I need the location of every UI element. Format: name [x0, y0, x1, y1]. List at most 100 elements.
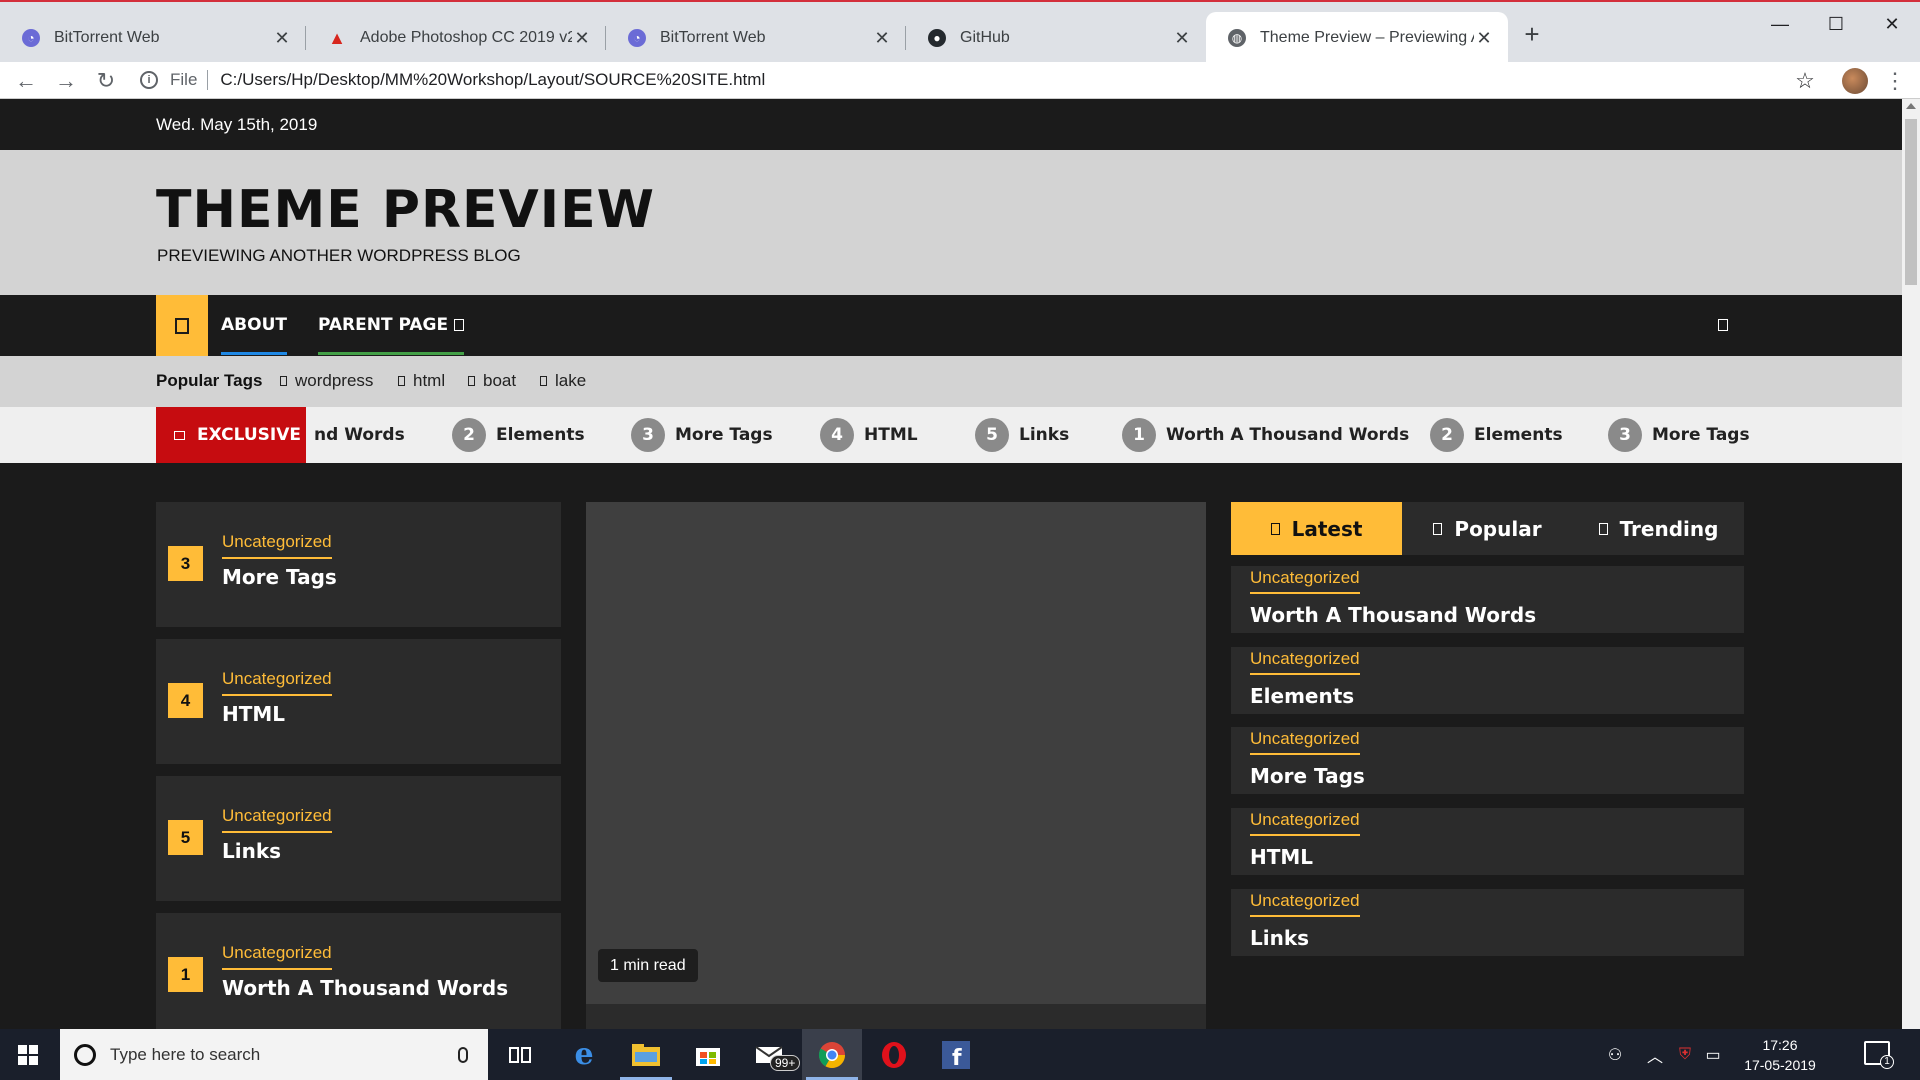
search-icon[interactable] — [1718, 319, 1728, 331]
nav-item-parent-page[interactable]: PARENT PAGE — [318, 295, 465, 356]
battery-icon[interactable]: ▭ — [1700, 1029, 1726, 1080]
ticker-item[interactable]: 2 Elements — [452, 407, 585, 463]
bookmark-star-icon[interactable]: ☆ — [1790, 62, 1820, 99]
globe-icon: ◍ — [1228, 29, 1246, 47]
browser-tab-2[interactable]: ▲ Adobe Photoshop CC 2019 v20.0 ✕ — [306, 12, 606, 64]
nav-item-about[interactable]: ABOUT — [221, 295, 287, 356]
tag-link[interactable]: lake — [540, 371, 586, 391]
microphone-icon[interactable] — [458, 1046, 468, 1063]
ticker-item[interactable]: 3 More Tags — [1608, 407, 1750, 463]
home-button[interactable] — [156, 295, 208, 356]
read-time-badge: 1 min read — [598, 949, 698, 982]
post-title[interactable]: More Tags — [222, 565, 337, 589]
post-card[interactable]: 3 Uncategorized More Tags — [156, 502, 561, 627]
sidebar-post[interactable]: Uncategorized Worth A Thousand Words — [1231, 566, 1744, 633]
notification-icon[interactable]: 1 — [1864, 1041, 1894, 1069]
ticker-item[interactable]: 4 HTML — [820, 407, 918, 463]
minimize-icon[interactable]: — — [1752, 6, 1808, 42]
taskbar-search[interactable]: Type here to search — [60, 1029, 488, 1080]
sidebar-post[interactable]: Uncategorized HTML — [1231, 808, 1744, 875]
close-window-icon[interactable]: ✕ — [1864, 6, 1920, 42]
tab-trending[interactable]: Trending — [1573, 502, 1744, 555]
facebook-icon[interactable]: f — [926, 1029, 986, 1080]
store-icon[interactable] — [678, 1029, 738, 1080]
post-category[interactable]: Uncategorized — [222, 669, 332, 696]
info-icon[interactable]: i — [140, 71, 158, 89]
browser-tab-1[interactable]: ◔ BitTorrent Web ✕ — [0, 12, 306, 64]
browser-tab-3[interactable]: ◔ BitTorrent Web ✕ — [606, 12, 906, 64]
close-icon[interactable]: ✕ — [1474, 28, 1494, 49]
opera-icon[interactable] — [864, 1029, 924, 1080]
address-bar[interactable]: i File C:/Users/Hp/Desktop/MM%20Workshop… — [140, 64, 1790, 96]
ticker-item[interactable]: 5 Links — [975, 407, 1069, 463]
tag-link[interactable]: boat — [468, 371, 516, 391]
post-category[interactable]: Uncategorized — [1250, 810, 1360, 836]
tab-popular[interactable]: Popular — [1402, 502, 1573, 555]
post-title[interactable]: HTML — [222, 702, 285, 726]
chevron-up-icon[interactable]: ︿ — [1640, 1029, 1670, 1080]
post-card[interactable]: 1 Uncategorized Worth A Thousand Words — [156, 913, 561, 1029]
new-tab-button[interactable]: + — [1516, 16, 1548, 52]
profile-avatar[interactable] — [1842, 68, 1868, 94]
ticker-item[interactable]: 2 Elements — [1430, 407, 1563, 463]
tag-link[interactable]: html — [398, 371, 445, 391]
post-card[interactable]: 5 Uncategorized Links — [156, 776, 561, 901]
scrollbar-thumb[interactable] — [1905, 119, 1917, 285]
post-category[interactable]: Uncategorized — [222, 943, 332, 970]
ticker-item[interactable]: nd Words — [314, 407, 405, 463]
maximize-icon[interactable]: ☐ — [1808, 6, 1864, 42]
post-category[interactable]: Uncategorized — [1250, 649, 1360, 675]
post-title[interactable]: Links — [1250, 926, 1309, 950]
post-title[interactable]: Elements — [1250, 684, 1354, 708]
back-icon[interactable]: ← — [8, 62, 44, 99]
close-icon[interactable]: ✕ — [272, 28, 292, 49]
system-clock[interactable]: 17:26 17-05-2019 — [1740, 1035, 1820, 1075]
mail-icon[interactable]: 99+ — [740, 1029, 801, 1080]
forward-icon[interactable]: → — [48, 62, 84, 99]
edge-icon[interactable]: e — [554, 1029, 614, 1080]
reload-icon[interactable]: ↻ — [88, 62, 124, 99]
post-title[interactable]: Worth A Thousand Words — [222, 976, 508, 1000]
task-view-icon[interactable] — [490, 1029, 550, 1080]
post-title[interactable]: Worth A Thousand Words — [1250, 603, 1536, 627]
tab-title: Adobe Photoshop CC 2019 v20.0 — [360, 29, 572, 46]
post-category[interactable]: Uncategorized — [222, 806, 332, 833]
post-card[interactable]: 4 Uncategorized HTML — [156, 639, 561, 764]
close-icon[interactable]: ✕ — [872, 28, 892, 49]
tag-link[interactable]: wordpress — [280, 371, 373, 391]
windows-start-icon[interactable] — [18, 1045, 38, 1065]
scroll-up-icon[interactable] — [1906, 103, 1916, 109]
ticker-item[interactable]: 1 Worth A Thousand Words — [1122, 407, 1409, 463]
featured-post-image[interactable]: 1 min read — [586, 502, 1206, 1004]
sidebar-post[interactable]: Uncategorized Elements — [1231, 647, 1744, 714]
people-icon[interactable]: ⚇ — [1598, 1029, 1632, 1080]
post-title[interactable]: Links — [222, 839, 281, 863]
post-category[interactable]: Uncategorized — [222, 532, 332, 559]
site-tagline: PREVIEWING ANOTHER WORDPRESS BLOG — [157, 246, 521, 265]
ticker-item[interactable]: 3 More Tags — [631, 407, 773, 463]
post-category[interactable]: Uncategorized — [1250, 729, 1360, 755]
close-icon[interactable]: ✕ — [1172, 28, 1192, 49]
sidebar-post[interactable]: Uncategorized Links — [1231, 889, 1744, 956]
chrome-icon[interactable] — [802, 1029, 862, 1080]
post-category[interactable]: Uncategorized — [1250, 568, 1360, 594]
browser-tab-5[interactable]: ◍ Theme Preview – Previewing Another Wor… — [1206, 12, 1508, 64]
dropdown-icon — [454, 319, 465, 331]
antivirus-icon[interactable]: ⛨ — [1672, 1029, 1698, 1080]
menu-icon[interactable]: ⋮ — [1880, 62, 1910, 99]
site-title[interactable]: THEME PREVIEW — [156, 180, 655, 240]
browser-tab-4[interactable]: ● GitHub ✕ — [906, 12, 1206, 64]
url-scheme: File — [170, 70, 198, 89]
site-header: THEME PREVIEW PREVIEWING ANOTHER WORDPRE… — [0, 150, 1902, 295]
divider — [207, 70, 209, 90]
post-rank-badge: 3 — [168, 546, 203, 581]
sidebar-post[interactable]: Uncategorized More Tags — [1231, 727, 1744, 794]
close-icon[interactable]: ✕ — [572, 28, 592, 49]
post-title[interactable]: More Tags — [1250, 764, 1365, 788]
post-title[interactable]: HTML — [1250, 845, 1313, 869]
tab-latest[interactable]: Latest — [1231, 502, 1402, 555]
url-text[interactable]: C:/Users/Hp/Desktop/MM%20Workshop/Layout… — [220, 70, 765, 90]
post-category[interactable]: Uncategorized — [1250, 891, 1360, 917]
page-scrollbar[interactable] — [1902, 99, 1920, 1029]
file-explorer-icon[interactable] — [616, 1029, 676, 1080]
